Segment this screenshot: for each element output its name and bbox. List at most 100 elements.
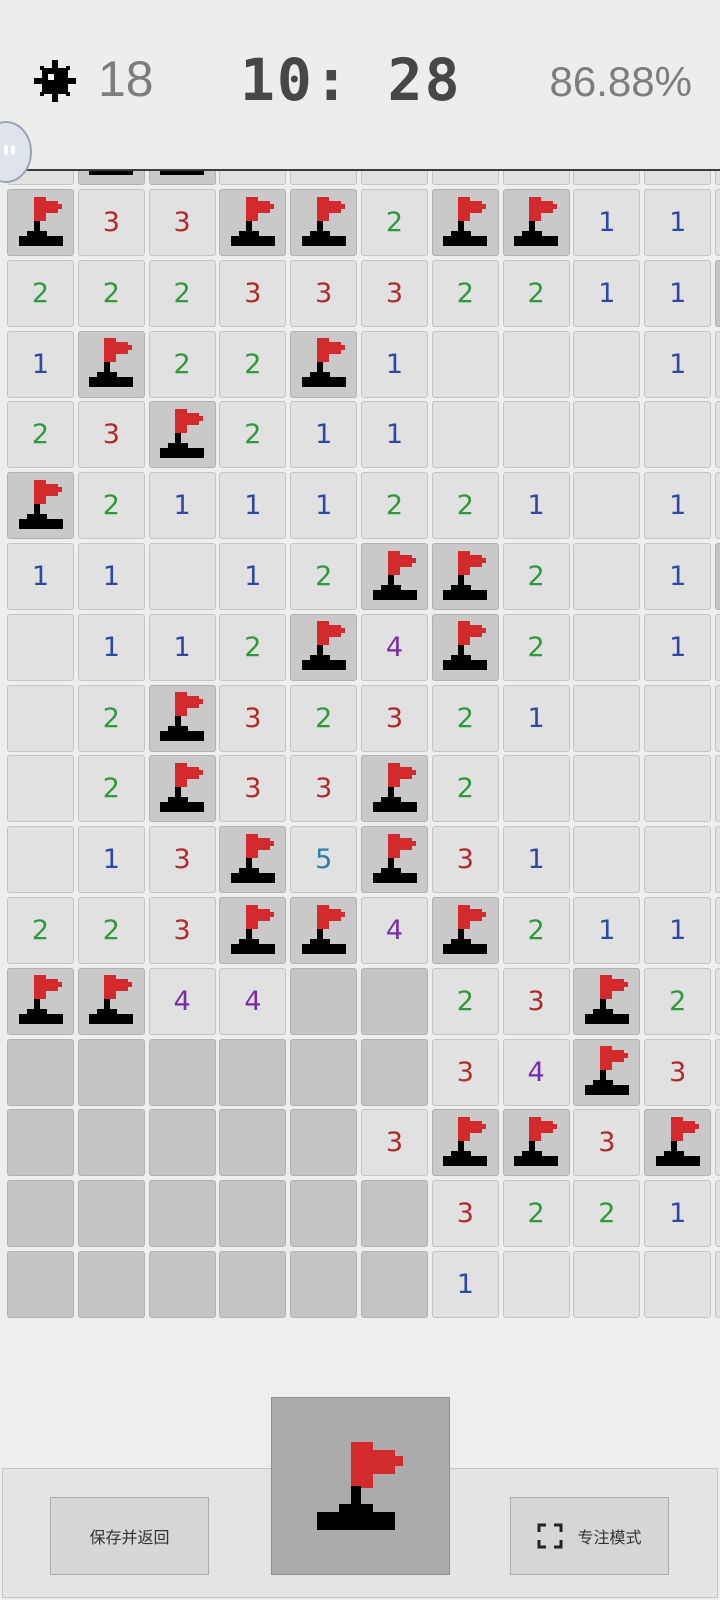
flagged-cell[interactable]: [644, 1109, 712, 1177]
offscreen-cell[interactable]: [715, 259, 720, 327]
flagged-cell[interactable]: [361, 755, 428, 823]
revealed-cell[interactable]: 3: [290, 259, 358, 327]
revealed-cell[interactable]: 1: [502, 826, 570, 894]
revealed-cell[interactable]: 3: [361, 1109, 428, 1177]
revealed-cell[interactable]: 1: [290, 472, 358, 540]
flagged-cell[interactable]: [148, 401, 216, 469]
revealed-cell[interactable]: 3: [431, 826, 499, 894]
revealed-cell[interactable]: 1: [77, 826, 145, 894]
flagged-cell[interactable]: [431, 897, 499, 964]
offscreen-cell[interactable]: [715, 684, 720, 752]
flagged-cell[interactable]: [502, 1109, 570, 1177]
revealed-cell[interactable]: 1: [219, 472, 287, 540]
offscreen-cell[interactable]: [715, 472, 720, 540]
flagged-cell[interactable]: [77, 967, 145, 1035]
revealed-cell[interactable]: 2: [502, 897, 570, 964]
revealed-cell[interactable]: 2: [219, 613, 287, 681]
unrevealed-cell[interactable]: [290, 1180, 358, 1248]
revealed-cell[interactable]: 4: [219, 967, 287, 1035]
revealed-cell[interactable]: 1: [644, 1180, 712, 1248]
revealed-cell[interactable]: 2: [361, 189, 428, 256]
revealed-cell[interactable]: [644, 1251, 712, 1318]
revealed-cell[interactable]: 2: [148, 259, 216, 327]
flagged-cell[interactable]: [431, 1109, 499, 1177]
revealed-cell[interactable]: 1: [431, 1251, 499, 1318]
flagged-cell[interactable]: [431, 189, 499, 256]
revealed-cell[interactable]: 2: [77, 897, 145, 964]
flagged-cell[interactable]: [7, 967, 74, 1035]
revealed-cell[interactable]: [644, 826, 712, 894]
offscreen-cell[interactable]: [715, 1251, 720, 1318]
revealed-cell[interactable]: 2: [219, 401, 287, 469]
revealed-cell[interactable]: 3: [573, 1109, 641, 1177]
revealed-cell[interactable]: 3: [77, 189, 145, 256]
flagged-cell[interactable]: [7, 472, 74, 540]
revealed-cell[interactable]: 3: [219, 684, 287, 752]
revealed-cell[interactable]: [573, 684, 641, 752]
focus-mode-button[interactable]: 专注模式: [510, 1497, 669, 1575]
revealed-cell[interactable]: 2: [77, 472, 145, 540]
offscreen-cell[interactable]: [715, 967, 720, 1035]
flagged-cell[interactable]: [502, 189, 570, 256]
revealed-cell[interactable]: 3: [148, 189, 216, 256]
revealed-cell[interactable]: 2: [431, 472, 499, 540]
revealed-cell[interactable]: [502, 330, 570, 398]
flag-mode-toggle-button[interactable]: [271, 1397, 450, 1575]
revealed-cell[interactable]: [573, 826, 641, 894]
offscreen-cell[interactable]: [715, 189, 720, 256]
revealed-cell[interactable]: 2: [77, 755, 145, 823]
flagged-cell[interactable]: [290, 897, 358, 964]
revealed-cell[interactable]: 3: [219, 755, 287, 823]
revealed-cell[interactable]: [573, 543, 641, 610]
revealed-cell[interactable]: [573, 755, 641, 823]
flagged-cell[interactable]: [219, 189, 287, 256]
unrevealed-cell[interactable]: [290, 967, 358, 1035]
revealed-cell[interactable]: 2: [502, 613, 570, 681]
unrevealed-cell[interactable]: [290, 1109, 358, 1177]
revealed-cell[interactable]: 2: [77, 259, 145, 327]
revealed-cell[interactable]: [431, 401, 499, 469]
unrevealed-cell[interactable]: [148, 1038, 216, 1106]
offscreen-cell[interactable]: [715, 543, 720, 610]
revealed-cell[interactable]: 3: [77, 401, 145, 469]
unrevealed-cell[interactable]: [290, 1038, 358, 1106]
revealed-cell[interactable]: [573, 1251, 641, 1318]
revealed-cell[interactable]: 2: [431, 684, 499, 752]
revealed-cell[interactable]: 1: [77, 543, 145, 610]
flagged-cell[interactable]: [431, 613, 499, 681]
revealed-cell[interactable]: 1: [7, 543, 74, 610]
revealed-cell[interactable]: 2: [431, 755, 499, 823]
flagged-cell[interactable]: [148, 684, 216, 752]
offscreen-cell[interactable]: [715, 1180, 720, 1248]
flagged-cell[interactable]: [361, 826, 428, 894]
revealed-cell[interactable]: [573, 472, 641, 540]
revealed-cell[interactable]: [573, 330, 641, 398]
revealed-cell[interactable]: 2: [361, 472, 428, 540]
revealed-cell[interactable]: [573, 613, 641, 681]
revealed-cell[interactable]: [573, 401, 641, 469]
offscreen-cell[interactable]: [715, 897, 720, 964]
flagged-cell[interactable]: [573, 967, 641, 1035]
revealed-cell[interactable]: 1: [573, 897, 641, 964]
revealed-cell[interactable]: [148, 543, 216, 610]
revealed-cell[interactable]: 1: [644, 330, 712, 398]
revealed-cell[interactable]: 2: [7, 259, 74, 327]
offscreen-cell[interactable]: [715, 1038, 720, 1106]
revealed-cell[interactable]: 3: [219, 259, 287, 327]
flagged-cell[interactable]: [290, 613, 358, 681]
revealed-cell[interactable]: 1: [644, 543, 712, 610]
revealed-cell[interactable]: 2: [502, 259, 570, 327]
offscreen-cell[interactable]: [715, 1109, 720, 1177]
unrevealed-cell[interactable]: [7, 1251, 74, 1318]
revealed-cell[interactable]: [7, 755, 74, 823]
revealed-cell[interactable]: [7, 826, 74, 894]
revealed-cell[interactable]: 1: [502, 472, 570, 540]
offscreen-cell[interactable]: [715, 755, 720, 823]
offscreen-cell[interactable]: [715, 330, 720, 398]
unrevealed-cell[interactable]: [7, 1109, 74, 1177]
unrevealed-cell[interactable]: [219, 1109, 287, 1177]
revealed-cell[interactable]: 2: [502, 543, 570, 610]
revealed-cell[interactable]: 2: [431, 967, 499, 1035]
flagged-cell[interactable]: [219, 826, 287, 894]
revealed-cell[interactable]: [7, 613, 74, 681]
